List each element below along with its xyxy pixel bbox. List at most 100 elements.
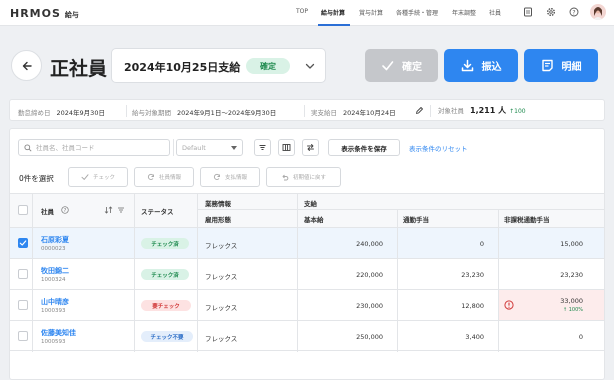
search-input[interactable] (36, 143, 166, 152)
edit-pencil-icon[interactable] (415, 106, 424, 115)
base-salary[interactable]: 230,000 (310, 302, 383, 310)
svg-text:?: ? (64, 208, 67, 214)
nontax-commute[interactable]: 0 (510, 333, 583, 341)
bulk-pay-info-button[interactable]: 支払情報 (200, 167, 260, 187)
payslip-button[interactable]: 明細 (524, 49, 598, 82)
selected-count: 0件を選択 (19, 174, 54, 183)
base-salary[interactable]: 220,000 (310, 271, 383, 279)
check-icon (19, 240, 27, 246)
swap-arrows-icon (307, 144, 314, 151)
table-row[interactable]: 山中晴彦 1000393 要チェック フレックス 230,000 12,800 … (10, 289, 604, 320)
employee-name-link[interactable]: 牧田錦二 (41, 266, 69, 276)
back-button[interactable] (11, 50, 42, 81)
svg-text:?: ? (572, 9, 575, 16)
refresh-icon (147, 173, 154, 180)
nontax-commute[interactable]: 33,000 (510, 297, 583, 305)
change-rate: ↑ 100% (562, 307, 583, 313)
employment-type: フレックス (205, 242, 238, 250)
status-badge: 要チェック (141, 300, 191, 311)
header-nontax-commute[interactable]: 非課税通勤手当 (504, 214, 550, 224)
commute-allowance[interactable]: 12,800 (410, 302, 484, 310)
status-badge: チェック不要 (141, 331, 193, 342)
status-badge: チェック済 (141, 269, 189, 280)
employee-name-link[interactable]: 山中晴彦 (41, 297, 69, 307)
filter-icon[interactable] (117, 206, 125, 214)
save-view-button[interactable]: 表示条件を保存 (328, 139, 400, 156)
nav-active-indicator (318, 24, 350, 26)
arrow-left-icon (22, 61, 32, 70)
swap-button[interactable] (302, 139, 319, 156)
nav-item-employees[interactable]: 社員 (489, 8, 501, 17)
payroll-info-bar: 勤怠締め日 2024年9月30日 給与対象期間 2024年9月1日〜2024年9月3… (9, 99, 605, 121)
employee-code: 1000324 (41, 277, 66, 283)
gear-icon[interactable] (545, 6, 557, 18)
confirm-button[interactable]: 確定 (365, 49, 438, 82)
base-salary[interactable]: 240,000 (310, 240, 383, 248)
page-title: 正社員 (50, 58, 108, 80)
nav-item-bonus[interactable]: 賞与計算 (359, 8, 383, 17)
row-checkbox[interactable] (18, 269, 28, 279)
header-group-pay: 支給 (304, 200, 317, 208)
header-employee[interactable]: 社員 (41, 206, 54, 216)
bulk-employee-info-button[interactable]: 社員情報 (134, 167, 194, 187)
logo[interactable]: HRMOS 給与 (10, 7, 79, 20)
row-checkbox[interactable] (18, 238, 28, 248)
table-row[interactable]: 牧田錦二 1000324 チェック済 フレックス 220,000 23,230 … (10, 258, 604, 289)
payroll-page: HRMOS 給与 TOP 給与計算 賞与計算 各種手続・管理 年末調整 社員 ?… (0, 0, 614, 380)
user-avatar[interactable] (590, 4, 606, 20)
top-nav: HRMOS 給与 TOP 給与計算 賞与計算 各種手続・管理 年末調整 社員 ? (0, 0, 614, 26)
closing-date: 勤怠締め日 2024年9月30日 (18, 109, 105, 117)
row-checkbox[interactable] (18, 300, 28, 310)
check-icon (382, 61, 394, 71)
header-group-work: 業務情報 (205, 200, 231, 208)
status-badge: 確定 (246, 58, 290, 74)
download-icon (461, 59, 473, 72)
pay-period-selector[interactable]: 2024年10月25日支給 確定 (111, 48, 326, 83)
nontax-commute[interactable]: 15,000 (510, 240, 583, 248)
nav-item-year-end[interactable]: 年末調整 (452, 8, 476, 17)
nav-item-payroll[interactable]: 給与計算 (321, 8, 345, 17)
nav-item-procedures[interactable]: 各種手続・管理 (396, 8, 438, 17)
payday: 実支給日 2024年10月24日 (311, 109, 396, 117)
table-row[interactable]: 佐藤美知佳 1000593 チェック不要 フレックス 250,000 3,400… (10, 320, 604, 351)
pay-period: 給与対象期間 2024年9月1日〜2024年9月30日 (132, 109, 277, 117)
filter-button[interactable] (254, 139, 271, 156)
warning-cell (498, 290, 604, 320)
view-select[interactable]: Default (176, 139, 243, 156)
divider (173, 139, 174, 156)
pay-period-label: 2024年10月25日支給 (124, 61, 241, 74)
payslip-icon (541, 59, 553, 72)
reset-view-link[interactable]: 表示条件のリセット (409, 143, 468, 153)
base-salary[interactable]: 250,000 (310, 333, 383, 341)
columns-button[interactable] (278, 139, 295, 156)
header-commute[interactable]: 通勤手当 (403, 214, 429, 224)
commute-allowance[interactable]: 0 (410, 240, 484, 248)
document-icon[interactable] (522, 6, 534, 18)
header-status[interactable]: ステータス (141, 206, 174, 216)
undo-icon (282, 174, 289, 181)
sort-icon[interactable] (104, 206, 113, 214)
employee-code: 0000023 (41, 246, 66, 252)
header-base-salary[interactable]: 基本給 (304, 214, 324, 224)
commute-allowance[interactable]: 23,230 (410, 271, 484, 279)
nav-item-top[interactable]: TOP (296, 8, 308, 15)
row-checkbox[interactable] (18, 331, 28, 341)
employee-name-link[interactable]: 佐藤美知佳 (41, 328, 76, 338)
search-box[interactable] (18, 139, 170, 156)
help-icon[interactable]: ? (61, 206, 69, 214)
confirm-label: 確定 (402, 62, 422, 73)
logo-sub: 給与 (64, 11, 79, 19)
commute-allowance[interactable]: 3,400 (410, 333, 484, 341)
header-employment-type[interactable]: 雇用形態 (205, 214, 231, 224)
employee-name-link[interactable]: 石原彩夏 (41, 235, 69, 245)
check-icon (81, 174, 89, 180)
select-all-checkbox[interactable] (18, 205, 28, 215)
help-icon[interactable]: ? (568, 6, 580, 18)
divider (304, 105, 305, 117)
bulk-reset-button[interactable]: 初期値に戻す (266, 167, 341, 187)
table-row[interactable]: 石原彩夏 0000023 チェック済 フレックス 240,000 0 15,00… (10, 227, 604, 258)
employment-type: フレックス (205, 335, 238, 343)
nontax-commute[interactable]: 23,230 (510, 271, 583, 279)
bulk-check-button[interactable]: チェック (68, 167, 128, 187)
transfer-button[interactable]: 振込 (444, 49, 518, 82)
